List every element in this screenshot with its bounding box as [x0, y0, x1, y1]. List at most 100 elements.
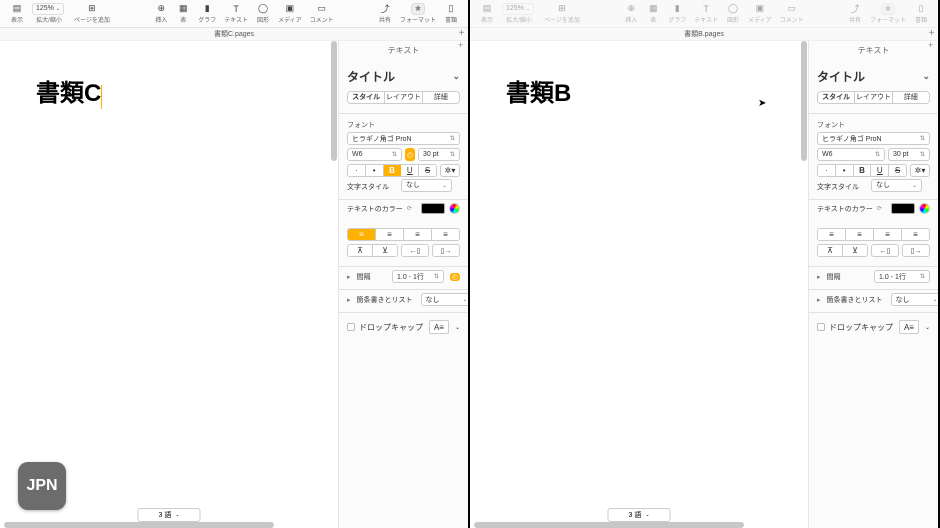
document-title-text[interactable]: 書類B [506, 80, 571, 107]
font-warning-icon[interactable]: ◴ [405, 148, 415, 161]
text-button[interactable]: Tテキスト [224, 3, 248, 24]
color-wheel-button[interactable] [449, 203, 460, 214]
vertical-align-segmented[interactable]: ⊼⊻ [817, 244, 868, 257]
dotted-button[interactable]: · [348, 165, 366, 176]
inspector-tabs[interactable]: スタイル レイアウト 詳細 [347, 91, 460, 104]
paragraph-style-picker[interactable]: タイトル⌄ [809, 60, 938, 91]
zoom-control[interactable]: 125%⌄拡大/縮小 [502, 3, 536, 24]
color-swatch[interactable] [421, 203, 445, 214]
char-style-select[interactable]: なし⌄ [871, 179, 922, 192]
strike-button[interactable]: S [419, 165, 436, 176]
table-button[interactable]: ▦表 [646, 3, 660, 24]
document-canvas[interactable]: 書類B 3 語⌄ ➤ [470, 41, 808, 528]
vertical-align-segmented[interactable]: ⊼⊻ [347, 244, 398, 257]
font-size-stepper[interactable]: 30 pt⇅ [888, 148, 930, 161]
align-center-button[interactable]: ≡ [846, 229, 874, 240]
chart-button[interactable]: ▮グラフ [198, 3, 216, 24]
document-title-text[interactable]: 書類C [36, 80, 101, 107]
style-options-button[interactable]: ✲▾ [440, 164, 460, 177]
add-tab-button[interactable]: + [926, 28, 937, 39]
media-button[interactable]: ▣メディア [278, 3, 302, 24]
shape-button[interactable]: ◯図形 [726, 3, 740, 24]
bullets-select[interactable]: なし⌄ [421, 293, 468, 306]
add-tab-button[interactable]: + [456, 28, 467, 39]
table-button[interactable]: ▦表 [176, 3, 190, 24]
document-button[interactable]: ▯書類 [444, 3, 458, 24]
chevron-down-icon[interactable]: ⌄ [455, 324, 460, 331]
tab-layout[interactable]: レイアウト [385, 92, 422, 103]
text-button[interactable]: Tテキスト [694, 3, 718, 24]
font-size-stepper[interactable]: 30 pt⇅ [418, 148, 460, 161]
document-button[interactable]: ▯書類 [914, 3, 928, 24]
view-button[interactable]: ▤表示 [480, 3, 494, 24]
align-justify-button[interactable]: ≡ [902, 229, 929, 240]
char-style-select[interactable]: なし⌄ [401, 179, 452, 192]
inspector-tabs[interactable]: スタイル レイアウト 詳細 [817, 91, 930, 104]
style-options-button[interactable]: ✲▾ [910, 164, 930, 177]
align-left-button[interactable]: ≡ [818, 229, 846, 240]
align-right-button[interactable]: ≡ [874, 229, 902, 240]
shape-button[interactable]: ◯図形 [256, 3, 270, 24]
align-right-button[interactable]: ≡ [404, 229, 432, 240]
insert-button[interactable]: ⊕挿入 [624, 3, 638, 24]
align-left-button[interactable]: ≡ [348, 229, 376, 240]
dotted-button[interactable]: · [818, 165, 836, 176]
share-button[interactable]: ⤴共有 [378, 3, 392, 24]
text-style-segmented[interactable]: · • B U S [347, 164, 437, 177]
dropcap-style-button[interactable]: A≡ [899, 320, 919, 334]
valign-bottom[interactable]: ⊻ [373, 245, 397, 256]
indent-button[interactable]: ▯→ [432, 244, 460, 257]
dropcap-checkbox[interactable] [347, 323, 355, 331]
font-family-select[interactable]: ヒラギノ角ゴ ProN⇅ [817, 132, 930, 145]
paragraph-style-picker[interactable]: タイトル⌄ [339, 60, 468, 91]
spacing-select[interactable]: 1.0 - 1行⇅ [874, 270, 930, 283]
add-inspector-button[interactable]: + [928, 41, 937, 50]
text-align-segmented[interactable]: ≡ ≡ ≡ ≡ [817, 228, 930, 241]
page-indicator[interactable]: 3 語⌄ [137, 508, 200, 522]
view-button[interactable]: ▤表示 [10, 3, 24, 24]
tab-layout[interactable]: レイアウト [855, 92, 892, 103]
tab-style[interactable]: スタイル [818, 92, 855, 103]
vertical-scrollbar[interactable] [331, 41, 337, 161]
valign-top[interactable]: ⊼ [818, 245, 843, 256]
text-style-segmented[interactable]: · • B U S [817, 164, 907, 177]
bullets-select[interactable]: なし⌄ [891, 293, 938, 306]
dropcap-style-button[interactable]: A≡ [429, 320, 449, 334]
spacing-select[interactable]: 1.0 - 1行⇅ [392, 270, 444, 283]
align-center-button[interactable]: ≡ [376, 229, 404, 240]
tab-detail[interactable]: 詳細 [423, 92, 459, 103]
font-weight-select[interactable]: W6⇅ [817, 148, 885, 161]
page-indicator[interactable]: 3 語⌄ [607, 508, 670, 522]
disclosure-icon[interactable]: ▸ [347, 296, 351, 304]
outdent-button[interactable]: ←▯ [401, 244, 429, 257]
zoom-control[interactable]: 125%⌄拡大/縮小 [32, 3, 66, 24]
comment-button[interactable]: ▭コメント [310, 3, 334, 24]
bullet-button[interactable]: • [836, 165, 854, 176]
tab-style[interactable]: スタイル [348, 92, 385, 103]
valign-top[interactable]: ⊼ [348, 245, 373, 256]
chart-button[interactable]: ▮グラフ [668, 3, 686, 24]
chevron-down-icon[interactable]: ⌄ [925, 324, 930, 331]
horizontal-scrollbar[interactable] [4, 522, 274, 528]
color-wheel-button[interactable] [919, 203, 930, 214]
align-justify-button[interactable]: ≡ [432, 229, 459, 240]
disclosure-icon[interactable]: ▸ [817, 296, 821, 304]
dropcap-checkbox[interactable] [817, 323, 825, 331]
bullet-button[interactable]: • [366, 165, 384, 176]
underline-button[interactable]: U [401, 165, 419, 176]
share-button[interactable]: ⤴共有 [848, 3, 862, 24]
disclosure-icon[interactable]: ▸ [347, 273, 351, 281]
disclosure-icon[interactable]: ▸ [817, 273, 821, 281]
underline-button[interactable]: U [871, 165, 889, 176]
bold-button[interactable]: B [854, 165, 872, 176]
vertical-scrollbar[interactable] [801, 41, 807, 161]
bold-button[interactable]: B [384, 165, 402, 176]
tab-detail[interactable]: 詳細 [893, 92, 929, 103]
horizontal-scrollbar[interactable] [474, 522, 744, 528]
valign-bottom[interactable]: ⊻ [843, 245, 867, 256]
spacing-warning-icon[interactable]: ◴ [450, 273, 460, 281]
comment-button[interactable]: ▭コメント [780, 3, 804, 24]
add-inspector-button[interactable]: + [458, 41, 467, 50]
media-button[interactable]: ▣メディア [748, 3, 772, 24]
tab-title[interactable]: 書類B.pages [684, 31, 724, 38]
